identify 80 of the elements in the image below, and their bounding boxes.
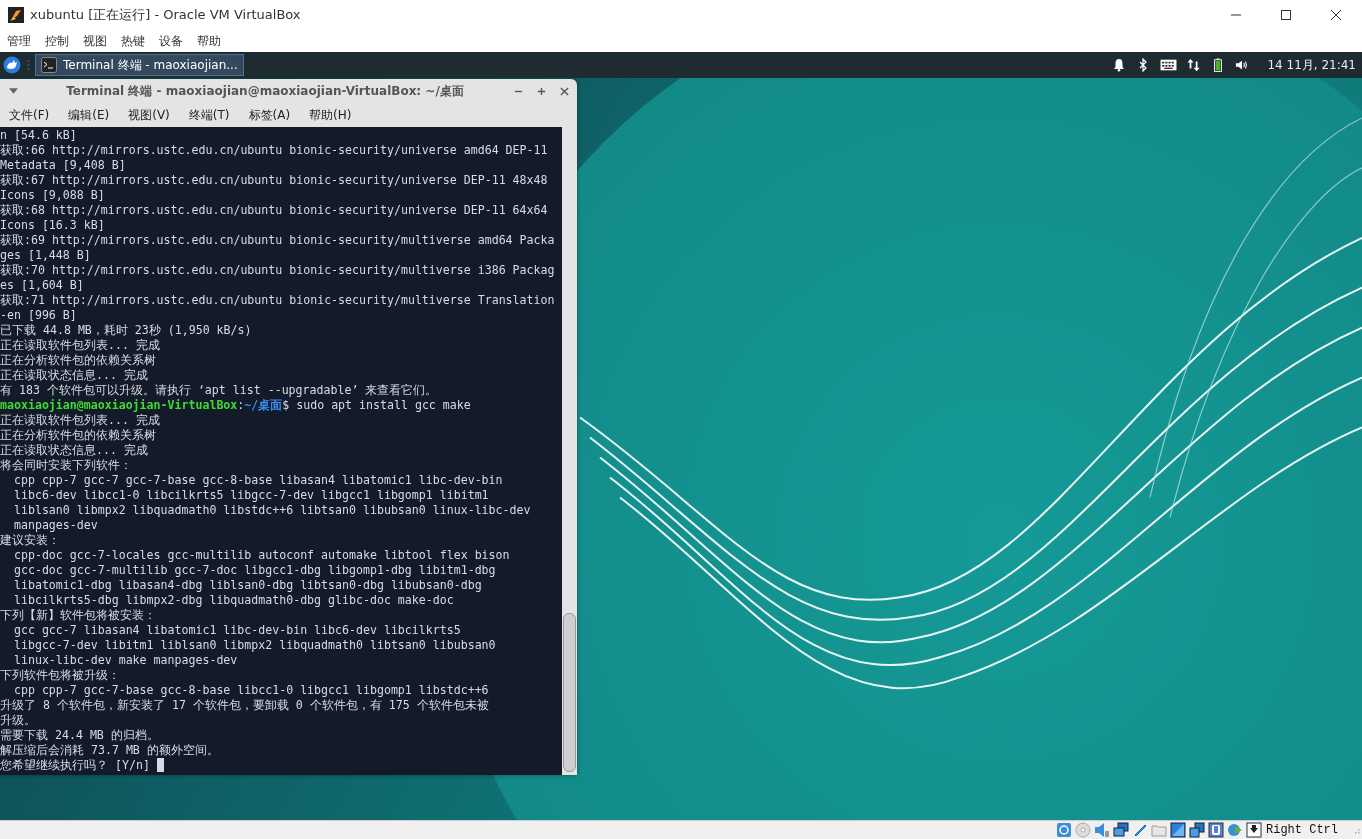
terminal-line: 有 183 个软件包可以升级。请执行 ‘apt list --upgradable’ 来查看它们。 [0,383,439,398]
hard-disk-icon[interactable] [1056,822,1072,838]
terminal-line: 获取:66 http://mirrors.ustc.edu.cn/ubuntu bionic-security/universe amd64 DEP-11 [0,143,549,158]
terminal-line: libgcc-7-dev libitm1 liblsan0 libmpx2 libquadmath0 libtsan0 libubsan0 [12,638,497,653]
terminal-line: 将会同时安装下列软件： [0,458,133,473]
network-arrows-icon[interactable] [1187,58,1202,72]
scrollbar[interactable] [562,127,577,775]
terminal-line: Icons [9,088 B] [0,188,106,203]
terminal-line: 正在分析软件包的依赖关系树 [0,353,157,368]
terminal-line: libc6-dev libcc1-0 libcilkrts5 libgcc-7-dev libgcc1 libgomp1 libitm1 [12,488,490,503]
menu-item[interactable]: 管理 [7,32,31,50]
terminal-title: Terminal 终端 - maoxiaojian@maoxiaojian-VirtualBox: ~/桌面 [65,82,465,100]
resize-grip-icon[interactable] [1352,826,1360,834]
terminal-line: 获取:68 http://mirrors.ustc.edu.cn/ubuntu bionic-security/universe DEP-11 64x64 [0,203,549,218]
clock[interactable]: 14 11月, 21:41 [1267,56,1356,74]
menu-item[interactable]: 热键 [121,32,145,50]
terminal-line: cpp cpp-7 gcc-7-base gcc-8-base libcc1-0 libgcc1 libgomp1 libstdc++6 [12,683,490,698]
terminal-line: 获取:67 http://mirrors.ustc.edu.cn/ubuntu bionic-security/universe DEP-11 48x48 [0,173,549,188]
menu-item[interactable]: 编辑(E) [68,106,110,124]
terminal-line: 下列【新】软件包将被安装： [0,608,157,623]
terminal-line: Icons [16.3 kB] [0,218,106,233]
menu-item[interactable]: 视图(V) [128,106,170,124]
maximize-icon[interactable] [535,86,548,96]
usb-icon[interactable] [1132,822,1148,838]
host-key-label: Right Ctrl [1266,823,1338,837]
terminal-line: -en [996 B] [0,308,78,323]
terminal-line: 正在读取状态信息... 完成 [0,443,149,458]
terminal-line: cpp cpp-7 gcc-7 gcc-7-base gcc-8-base libasan4 libatomic1 libc-dev-bin [12,473,504,488]
menu-item[interactable]: 文件(F) [9,106,50,124]
chip-icon[interactable] [1208,822,1224,838]
terminal-line: 已下载 44.8 MB，耗时 23秒 (1,950 kB/s) [0,323,253,338]
terminal-line: 建议安装： [0,533,61,548]
terminal-line: cpp-doc gcc-7-locales gcc-multilib autoconf automake libtool flex bison [12,548,511,563]
menu-item[interactable]: 控制 [45,32,69,50]
close-icon[interactable] [558,86,571,96]
app-logo-icon [8,7,24,23]
terminal-line: liblsan0 libmpx2 libquadmath0 libstdc++6 libtsan0 libubsan0 linux-libc-dev [12,503,532,518]
terminal-line: 下列软件包将被升级： [0,668,121,683]
menu-item[interactable]: 标签(A) [248,106,291,124]
terminal-line: 您希望继续执行吗？ [Y/n] [0,758,151,772]
terminal-line: 正在读取软件包列表... 完成 [0,338,161,353]
terminal-line: 解压缩后会消耗 73.7 MB 的额外空间。 [0,743,220,758]
terminal-line: 获取:70 http://mirrors.ustc.edu.cn/ubuntu bionic-security/multiverse i386 Packag [0,263,556,278]
terminal-line: 获取:71 http://mirrors.ustc.edu.cn/ubuntu bionic-security/multiverse Translation [0,293,556,308]
bell-icon[interactable] [1112,58,1127,72]
menu-item[interactable]: 帮助 [197,32,221,50]
window-menu-icon[interactable] [9,88,18,94]
terminal-line: gcc-doc gcc-7-multilib gcc-7-doc libgcc1-dbg libgomp1-dbg libitm1-dbg [12,563,497,578]
terminal-line: es [1,604 B] [0,278,85,293]
terminal-line: n [54.6 kB] [0,128,78,143]
mouse-logo-icon[interactable] [3,56,21,74]
terminal-line: 正在读取状态信息... 完成 [0,368,149,383]
taskbar-button[interactable]: Terminal 终端 - maoxiaojian... [35,54,244,76]
terminal-line: 正在读取软件包列表... 完成 [0,413,161,428]
terminal-line: libcilkrts5-dbg libmpx2-dbg libquadmath0-dbg glibc-doc make-doc [12,593,455,608]
display-icon[interactable] [1170,822,1186,838]
volume-icon[interactable] [1235,58,1250,72]
menu-item[interactable]: 终端(T) [188,106,230,124]
network-icon[interactable] [1113,822,1129,838]
terminal-line: 正在分析软件包的依赖关系树 [0,428,157,443]
text-cursor [156,758,164,772]
keyboard-icon[interactable] [1160,58,1178,72]
menu-item[interactable]: 帮助(H) [309,106,352,124]
terminal-icon [41,57,57,73]
terminal-line: 升级。 [0,713,37,728]
terminal-line: 获取:69 http://mirrors.ustc.edu.cn/ubuntu bionic-security/multiverse amd64 Packa [0,233,556,248]
terminal-line: 需要下载 24.4 MB 的归档。 [0,728,160,743]
terminal-line: linux-libc-dev make manpages-dev [12,653,239,668]
terminal-line: Metadata [9,408 B] [0,158,127,173]
panel-handle-icon[interactable] [27,59,30,71]
terminal-line: gcc gcc-7 libasan4 libatomic1 libc-dev-bin libc6-dev libcilkrts5 [12,623,462,638]
menu-item[interactable]: 视图 [83,32,107,50]
terminal-line: libatomic1-dbg libasan4-dbg liblsan0-dbg libtsan0-dbg libubsan0-dbg [12,578,483,593]
menu-item[interactable]: 设备 [159,32,183,50]
windows-icon[interactable] [1189,822,1205,838]
terminal-line: 升级了 8 个软件包，新安装了 17 个软件包，要卸载 0 个软件包，有 175 个软件包未被 [0,698,490,713]
window-title: xubuntu [正在运行] - Oracle VM VirtualBox [30,6,302,24]
terminal-line: manpages-dev [12,518,99,533]
terminal-line: ges [1,448 B] [0,248,92,263]
terminal-line: maoxiaojian@maoxiaojian-VirtualBox:~/桌面$ sudo apt install gcc make [0,398,472,413]
